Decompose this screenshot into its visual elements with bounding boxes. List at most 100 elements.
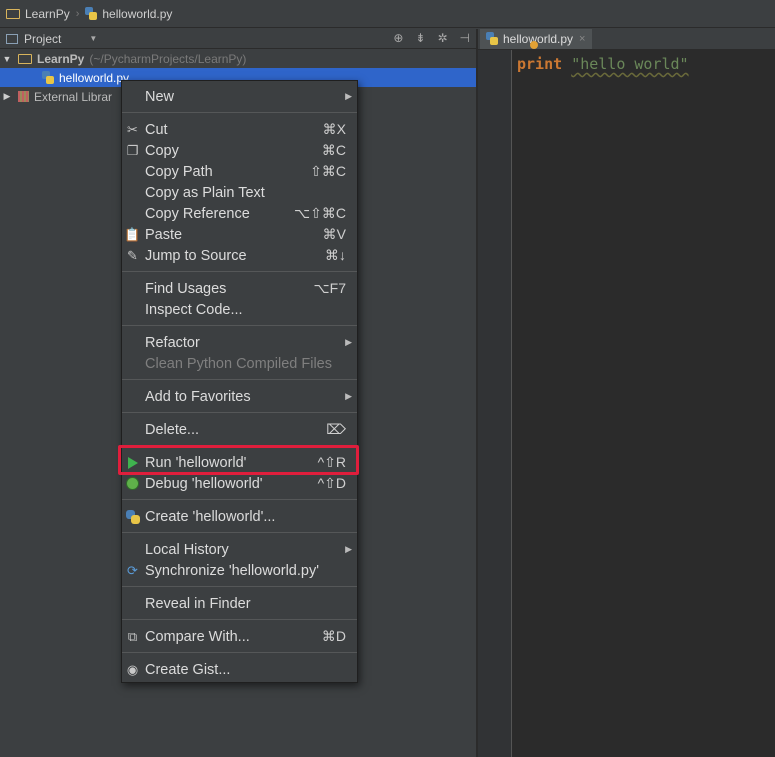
menu-item-label: Create Gist... xyxy=(145,661,231,678)
menu-separator xyxy=(122,586,357,587)
menu-item-create-gist[interactable]: ◉ Create Gist... xyxy=(122,659,357,680)
menu-item-reveal-in-finder[interactable]: Reveal in Finder xyxy=(122,593,357,614)
menu-item-label: Copy Path xyxy=(145,163,213,180)
expand-arrow-icon[interactable]: ▼ xyxy=(2,54,12,64)
menu-separator xyxy=(122,412,357,413)
run-play-icon xyxy=(125,455,140,470)
editor-gutter xyxy=(478,50,512,757)
menu-separator xyxy=(122,112,357,113)
menu-item-label: Debug 'helloworld' xyxy=(145,475,263,492)
code-line[interactable]: print "hello world" xyxy=(517,55,689,73)
menu-item-label: Run 'helloworld' xyxy=(145,454,247,471)
python-file-icon xyxy=(486,32,498,46)
project-view-selector[interactable]: Project ▼ xyxy=(6,32,97,46)
menu-item-shortcut: ⌘C xyxy=(321,142,346,158)
project-panel-toolbar: ⊕ ⇟ ✲ ⊣ xyxy=(393,31,470,45)
code-string: "hello world" xyxy=(571,55,689,73)
menu-separator xyxy=(122,499,357,500)
menu-item-label: Cut xyxy=(145,121,168,138)
hide-panel-icon[interactable]: ⊣ xyxy=(460,31,470,45)
code-keyword: print xyxy=(517,55,563,73)
folder-icon xyxy=(6,8,20,19)
menu-item-local-history[interactable]: Local History ▶ xyxy=(122,539,357,560)
menu-item-compare-with[interactable]: ⧉ Compare With... ⌘D xyxy=(122,626,357,647)
menu-item-label: Synchronize 'helloworld.py' xyxy=(145,562,319,579)
menu-item-label: Clean Python Compiled Files xyxy=(145,355,332,372)
menu-item-paste[interactable]: 📋 Paste ⌘V xyxy=(122,224,357,245)
menu-item-label: Jump to Source xyxy=(145,247,247,264)
tab-helloworld[interactable]: helloworld.py × xyxy=(480,29,592,49)
menu-item-shortcut: ⌘X xyxy=(322,121,346,137)
menu-separator xyxy=(122,271,357,272)
menu-item-clean-compiled: Clean Python Compiled Files xyxy=(122,353,357,374)
menu-item-shortcut: ^⇧D xyxy=(317,475,346,491)
menu-item-new[interactable]: New ▶ xyxy=(122,86,357,107)
modified-indicator-icon xyxy=(530,41,538,49)
submenu-arrow-icon: ▶ xyxy=(345,391,352,401)
menu-item-copy-plain-text[interactable]: Copy as Plain Text xyxy=(122,182,357,203)
scroll-from-source-icon[interactable]: ⊕ xyxy=(393,31,403,45)
context-menu: New ▶ ✂ Cut ⌘X ❐ Copy ⌘C Copy Path ⇧⌘C C… xyxy=(121,80,358,683)
close-icon[interactable]: × xyxy=(579,33,585,45)
navigation-bar: LearnPy › helloworld.py xyxy=(0,0,775,28)
menu-separator xyxy=(122,325,357,326)
menu-item-jump-to-source[interactable]: ✎ Jump to Source ⌘↓ xyxy=(122,245,357,266)
menu-item-shortcut: ⌥F7 xyxy=(313,280,346,296)
menu-item-copy-reference[interactable]: Copy Reference ⌥⇧⌘C xyxy=(122,203,357,224)
menu-item-label: Copy Reference xyxy=(145,205,250,222)
debug-bug-icon xyxy=(125,476,140,491)
menu-separator xyxy=(122,379,357,380)
menu-item-shortcut: ^⇧R xyxy=(317,454,346,470)
breadcrumb-file[interactable]: helloworld.py xyxy=(85,6,173,21)
menu-item-label: Create 'helloworld'... xyxy=(145,508,276,525)
collapse-all-icon[interactable]: ⇟ xyxy=(415,31,425,45)
menu-item-add-to-favorites[interactable]: Add to Favorites ▶ xyxy=(122,386,357,407)
menu-item-synchronize[interactable]: ⟳ Synchronize 'helloworld.py' xyxy=(122,560,357,581)
breadcrumb-project[interactable]: LearnPy xyxy=(6,7,70,21)
menu-item-label: Find Usages xyxy=(145,280,227,297)
python-file-icon xyxy=(85,6,98,21)
tree-file-label: helloworld.py xyxy=(59,70,130,85)
menu-separator xyxy=(122,532,357,533)
menu-separator xyxy=(122,619,357,620)
compare-icon: ⧉ xyxy=(127,628,138,644)
menu-item-shortcut: ⌦ xyxy=(326,421,346,437)
menu-item-copy[interactable]: ❐ Copy ⌘C xyxy=(122,140,357,161)
python-file-icon xyxy=(42,70,54,85)
tree-row-root[interactable]: ▼ LearnPy (~/PycharmProjects/LearnPy) xyxy=(0,49,476,68)
menu-item-inspect-code[interactable]: Inspect Code... xyxy=(122,299,357,320)
menu-item-debug[interactable]: Debug 'helloworld' ^⇧D xyxy=(122,473,357,494)
menu-separator xyxy=(122,445,357,446)
menu-item-label: Compare With... xyxy=(145,628,250,645)
menu-item-label: Reveal in Finder xyxy=(145,595,251,612)
menu-item-shortcut: ⌘D xyxy=(321,628,346,644)
breadcrumb-separator: › xyxy=(75,7,80,20)
menu-item-shortcut: ⌘↓ xyxy=(325,247,346,263)
library-icon xyxy=(18,91,29,102)
sync-icon: ⟳ xyxy=(127,562,138,578)
paste-icon: 📋 xyxy=(124,226,141,242)
menu-item-label: Add to Favorites xyxy=(145,388,251,405)
menu-item-label: Paste xyxy=(145,226,183,243)
menu-item-label: Local History xyxy=(145,541,229,558)
code-editor[interactable]: print "hello world" xyxy=(512,50,775,757)
chevron-down-icon: ▼ xyxy=(89,34,98,43)
menu-item-run[interactable]: Run 'helloworld' ^⇧R xyxy=(122,452,357,473)
menu-item-label: Copy as Plain Text xyxy=(145,184,265,201)
menu-item-cut[interactable]: ✂ Cut ⌘X xyxy=(122,119,357,140)
menu-item-label: New xyxy=(145,88,175,105)
scissors-icon: ✂ xyxy=(127,121,138,137)
menu-item-delete[interactable]: Delete... ⌦ xyxy=(122,419,357,440)
menu-item-refactor[interactable]: Refactor ▶ xyxy=(122,332,357,353)
gear-icon[interactable]: ✲ xyxy=(437,31,447,45)
menu-separator xyxy=(122,652,357,653)
menu-item-find-usages[interactable]: Find Usages ⌥F7 xyxy=(122,278,357,299)
menu-item-copy-path[interactable]: Copy Path ⇧⌘C xyxy=(122,161,357,182)
menu-item-create-config[interactable]: Create 'helloworld'... xyxy=(122,506,357,527)
menu-item-label: Refactor xyxy=(145,334,200,351)
breadcrumb-file-label: helloworld.py xyxy=(102,6,173,21)
collapse-arrow-icon[interactable]: ▶ xyxy=(2,91,12,102)
breadcrumb-project-label: LearnPy xyxy=(25,6,70,21)
menu-item-label: Copy xyxy=(145,142,179,159)
tree-root-label: LearnPy xyxy=(37,51,85,66)
